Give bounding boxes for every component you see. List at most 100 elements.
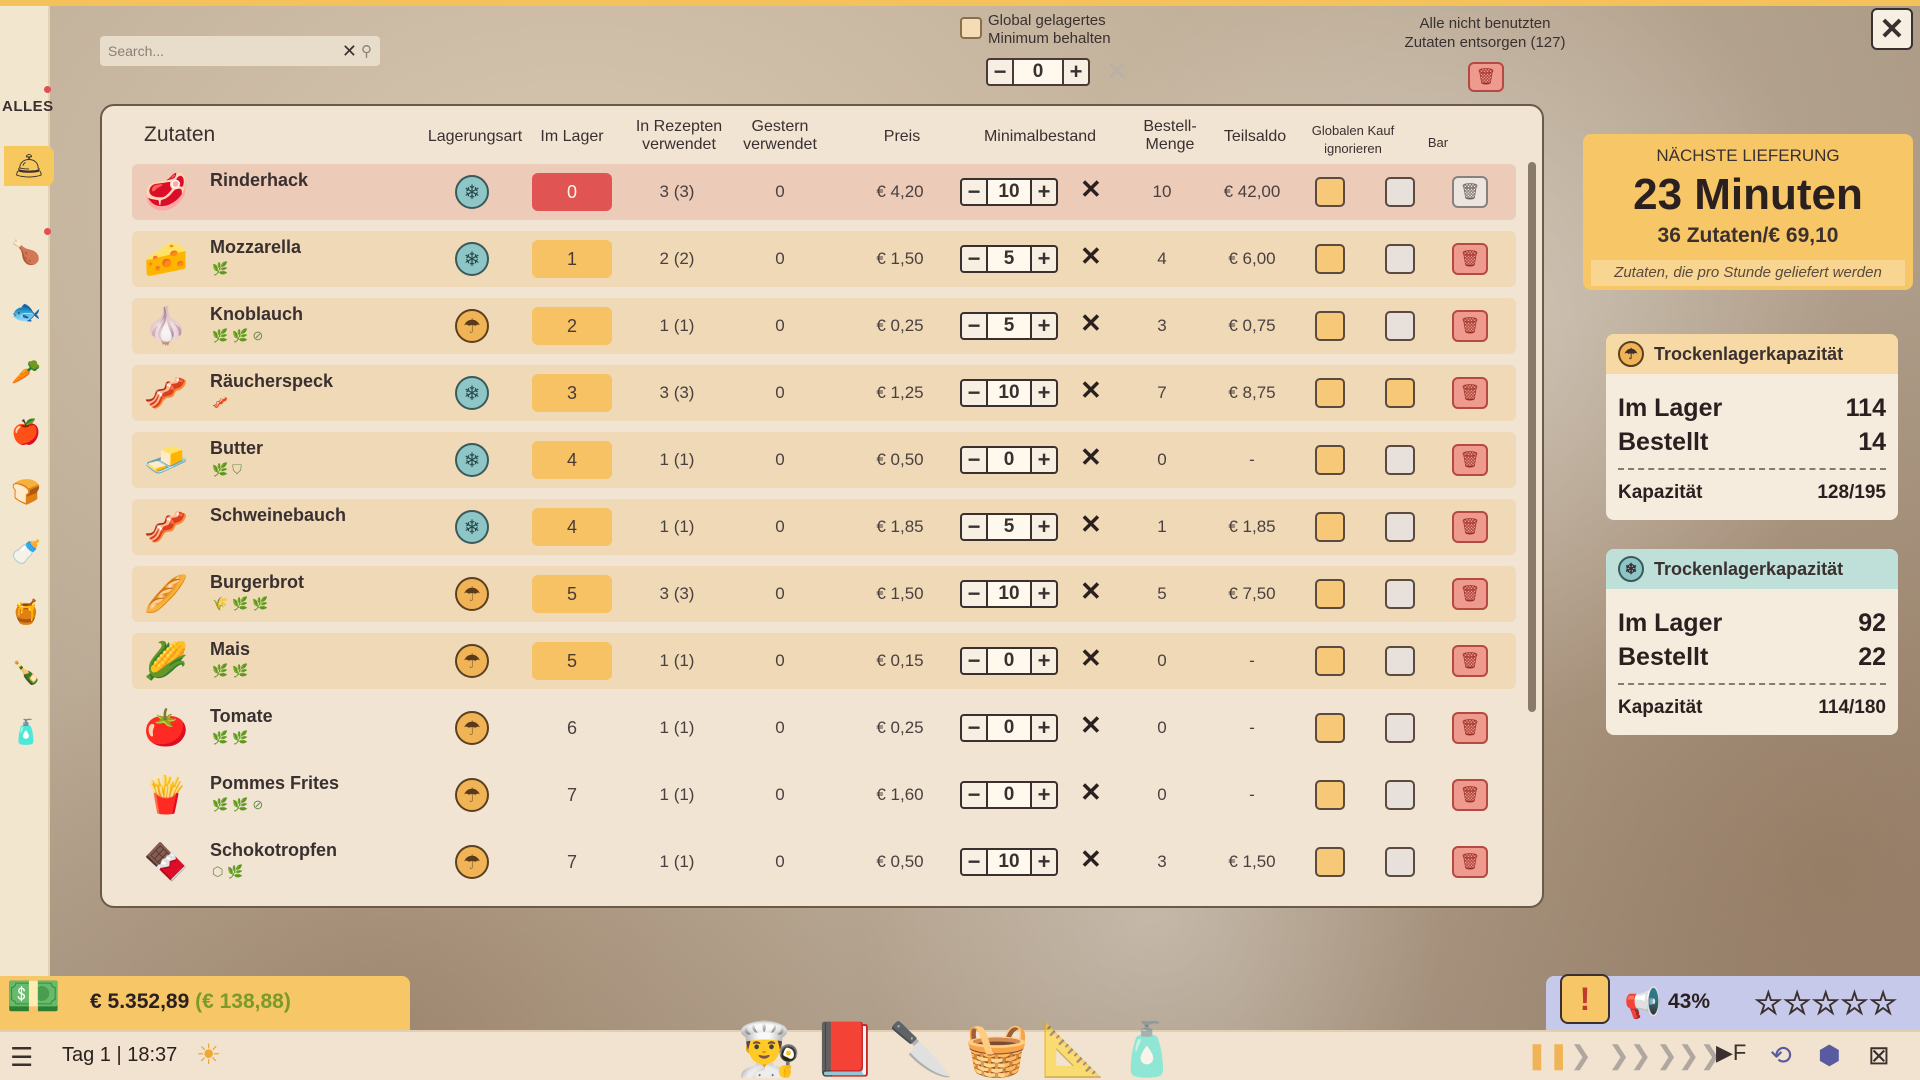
clear-min-icon[interactable]: ✕ bbox=[1080, 375, 1102, 406]
fastest-forward-icon[interactable]: ❯❯❯ bbox=[1656, 1040, 1721, 1071]
increment-button[interactable]: + bbox=[1032, 648, 1056, 673]
increment-button[interactable]: + bbox=[1032, 715, 1056, 740]
search-input[interactable]: Search... bbox=[108, 43, 342, 59]
menu-book-icon[interactable]: 📕 bbox=[812, 1000, 878, 1080]
pause-icon[interactable]: ❚❚ bbox=[1526, 1040, 1570, 1071]
ignore-global-checkbox[interactable] bbox=[1315, 244, 1345, 274]
min-stock-stepper[interactable]: − 0 + bbox=[960, 781, 1058, 809]
bar-checkbox[interactable] bbox=[1385, 579, 1415, 609]
decrement-button[interactable]: − bbox=[962, 849, 986, 874]
clear-min-icon[interactable]: ✕ bbox=[1080, 844, 1102, 875]
bar-checkbox[interactable] bbox=[1385, 378, 1415, 408]
clear-min-icon[interactable]: ✕ bbox=[1080, 710, 1102, 741]
decrement-button[interactable]: − bbox=[962, 581, 986, 606]
bread-icon[interactable]: 🍞 bbox=[6, 472, 46, 512]
trash-button[interactable]: 🗑 bbox=[1452, 846, 1488, 878]
cloche-icon[interactable]: 🛎 bbox=[4, 146, 54, 186]
bar-checkbox[interactable] bbox=[1385, 847, 1415, 877]
search-icon[interactable]: ⚲ bbox=[361, 42, 372, 60]
increment-button[interactable]: + bbox=[1032, 179, 1056, 204]
ignore-global-checkbox[interactable] bbox=[1315, 378, 1345, 408]
increment-button[interactable]: + bbox=[1032, 514, 1056, 539]
ignore-global-checkbox[interactable] bbox=[1315, 713, 1345, 743]
recipe-tools-icon[interactable]: 🔪 bbox=[888, 1000, 954, 1080]
fast-forward-icon[interactable]: ❯❯ bbox=[1608, 1040, 1652, 1071]
clear-min-icon[interactable]: ✕ bbox=[1080, 576, 1102, 607]
min-stock-value[interactable]: 10 bbox=[986, 850, 1032, 874]
min-stock-stepper[interactable]: − 10 + bbox=[960, 848, 1058, 876]
decrement-button[interactable]: − bbox=[962, 179, 986, 204]
decrement-button[interactable]: − bbox=[962, 715, 986, 740]
trash-button[interactable]: 🗑 bbox=[1452, 779, 1488, 811]
global-min-increment-button[interactable]: + bbox=[1064, 59, 1088, 84]
honey-jar-icon[interactable]: 🍯 bbox=[6, 592, 46, 632]
min-stock-stepper[interactable]: − 5 + bbox=[960, 245, 1058, 273]
bar-checkbox[interactable] bbox=[1385, 713, 1415, 743]
increment-button[interactable]: + bbox=[1032, 581, 1056, 606]
decrement-button[interactable]: − bbox=[962, 246, 986, 271]
ignore-global-checkbox[interactable] bbox=[1315, 177, 1345, 207]
bar-checkbox[interactable] bbox=[1385, 646, 1415, 676]
min-stock-value[interactable]: 5 bbox=[986, 515, 1032, 539]
trash-button[interactable]: 🗑 bbox=[1452, 444, 1488, 476]
clear-min-icon[interactable]: ✕ bbox=[1080, 777, 1102, 808]
increment-button[interactable]: + bbox=[1032, 849, 1056, 874]
global-min-value[interactable]: 0 bbox=[1012, 60, 1064, 84]
bar-checkbox[interactable] bbox=[1385, 445, 1415, 475]
min-stock-value[interactable]: 0 bbox=[986, 716, 1032, 740]
min-stock-stepper[interactable]: − 5 + bbox=[960, 312, 1058, 340]
min-stock-value[interactable]: 10 bbox=[986, 381, 1032, 405]
cleaning-spray-icon[interactable]: 🧴 bbox=[1114, 1000, 1180, 1080]
clear-min-icon[interactable]: ✕ bbox=[1080, 509, 1102, 540]
carrot-icon[interactable]: 🥕 bbox=[6, 352, 46, 392]
clear-min-icon[interactable]: ✕ bbox=[1080, 643, 1102, 674]
increment-button[interactable]: + bbox=[1032, 782, 1056, 807]
min-stock-value[interactable]: 10 bbox=[986, 180, 1032, 204]
ignore-global-checkbox[interactable] bbox=[1315, 646, 1345, 676]
drumstick-icon[interactable]: 🍗 bbox=[6, 232, 46, 272]
min-stock-stepper[interactable]: − 10 + bbox=[960, 580, 1058, 608]
decrement-button[interactable]: − bbox=[962, 648, 986, 673]
megaphone-icon[interactable]: 📢 bbox=[1624, 986, 1661, 1021]
trash-button[interactable]: 🗑 bbox=[1452, 511, 1488, 543]
ignore-global-checkbox[interactable] bbox=[1315, 512, 1345, 542]
global-min-decrement-button[interactable]: − bbox=[988, 59, 1012, 84]
trash-button[interactable]: 🗑 bbox=[1452, 645, 1488, 677]
increment-button[interactable]: + bbox=[1032, 313, 1056, 338]
bar-checkbox[interactable] bbox=[1385, 177, 1415, 207]
play-icon[interactable]: ❯ bbox=[1570, 1040, 1592, 1071]
decrement-button[interactable]: − bbox=[962, 782, 986, 807]
increment-button[interactable]: + bbox=[1032, 246, 1056, 271]
close-button[interactable]: ✕ bbox=[1871, 8, 1913, 50]
bar-checkbox[interactable] bbox=[1385, 780, 1415, 810]
milk-bottle-icon[interactable]: 🍼 bbox=[6, 532, 46, 572]
decrement-button[interactable]: − bbox=[962, 514, 986, 539]
dispose-all-button[interactable]: 🗑 bbox=[1468, 62, 1504, 92]
trash-button[interactable]: 🗑 bbox=[1452, 377, 1488, 409]
min-stock-stepper[interactable]: − 0 + bbox=[960, 714, 1058, 742]
floor-toggle-icon[interactable]: ▶F bbox=[1716, 1040, 1746, 1066]
ignore-global-checkbox[interactable] bbox=[1315, 847, 1345, 877]
min-stock-stepper[interactable]: − 0 + bbox=[960, 446, 1058, 474]
trash-button[interactable]: 🗑 bbox=[1452, 176, 1488, 208]
min-stock-stepper[interactable]: − 5 + bbox=[960, 513, 1058, 541]
hamburger-menu-icon[interactable]: ☰ bbox=[10, 1042, 33, 1073]
min-stock-stepper[interactable]: − 0 + bbox=[960, 647, 1058, 675]
search-field[interactable]: Search... ✕ ⚲ bbox=[100, 36, 380, 66]
trash-button[interactable]: 🗑 bbox=[1452, 712, 1488, 744]
chef-icon[interactable]: 👨‍🍳 bbox=[736, 1000, 802, 1080]
bar-checkbox[interactable] bbox=[1385, 311, 1415, 341]
min-stock-value[interactable]: 0 bbox=[986, 649, 1032, 673]
clear-min-icon[interactable]: ✕ bbox=[1080, 442, 1102, 473]
increment-button[interactable]: + bbox=[1032, 447, 1056, 472]
bar-checkbox[interactable] bbox=[1385, 244, 1415, 274]
min-stock-stepper[interactable]: − 10 + bbox=[960, 178, 1058, 206]
clear-search-icon[interactable]: ✕ bbox=[342, 41, 357, 62]
category-all[interactable]: ALLES bbox=[2, 98, 54, 115]
global-min-checkbox[interactable] bbox=[960, 17, 982, 39]
cube-view-icon[interactable]: ⬢ bbox=[1818, 1040, 1841, 1071]
min-stock-value[interactable]: 5 bbox=[986, 314, 1032, 338]
trash-button[interactable]: 🗑 bbox=[1452, 243, 1488, 275]
decrement-button[interactable]: − bbox=[962, 313, 986, 338]
clear-min-icon[interactable]: ✕ bbox=[1080, 241, 1102, 272]
